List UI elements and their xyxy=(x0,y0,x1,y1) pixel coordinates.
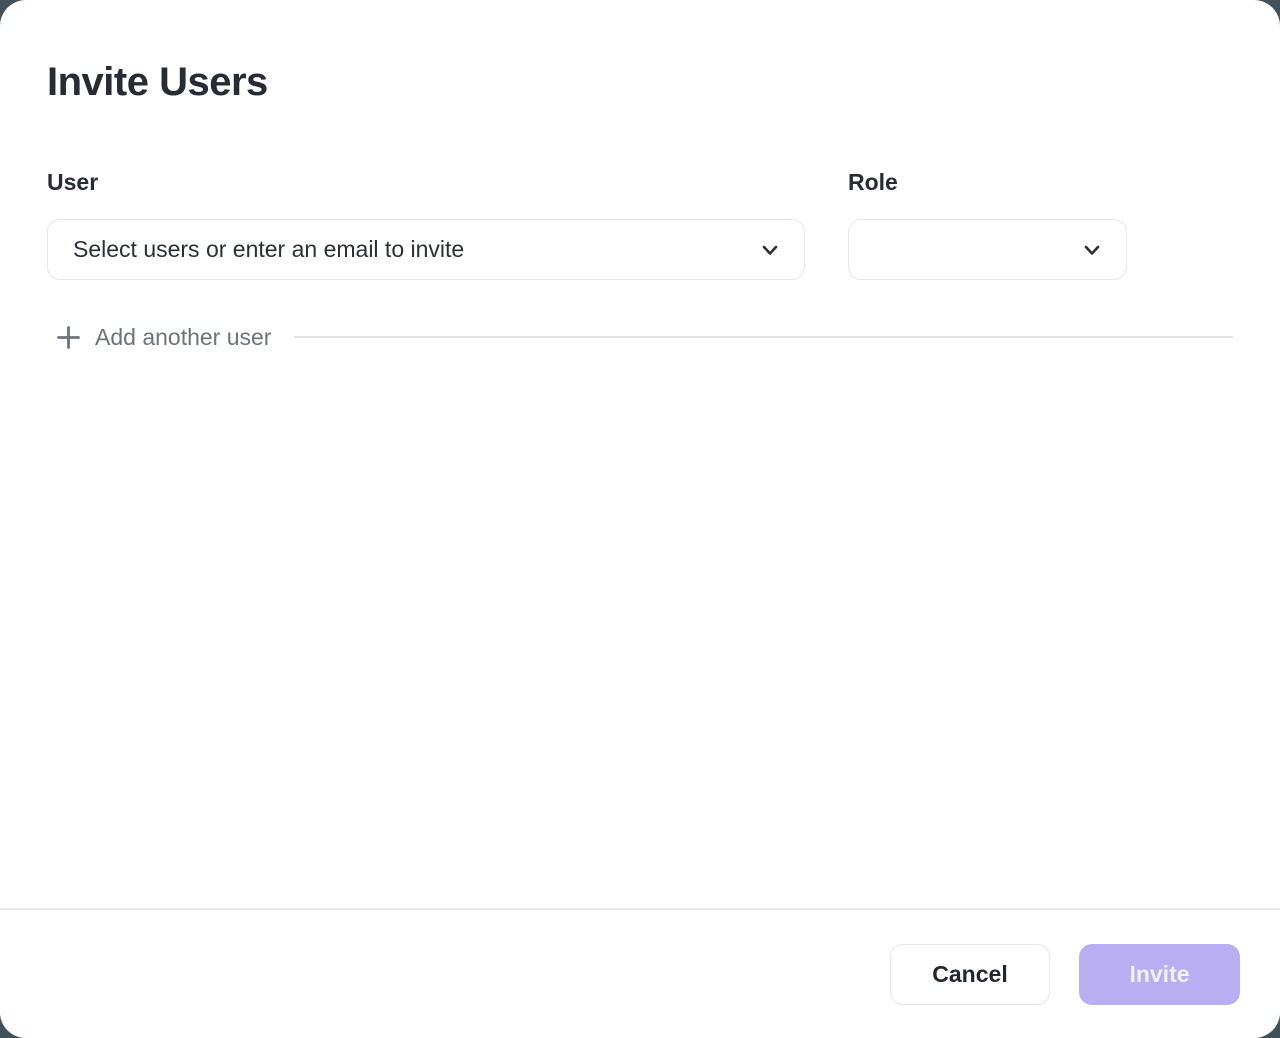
user-field: User Select users or enter an email to i… xyxy=(47,168,805,280)
divider-line xyxy=(294,336,1233,338)
invite-users-modal: Invite Users User Select users or enter … xyxy=(0,0,1280,1038)
modal-footer: Cancel Invite xyxy=(0,908,1280,1038)
role-field: Role xyxy=(848,168,1127,280)
chevron-down-icon xyxy=(759,239,781,261)
add-another-user-label: Add another user xyxy=(95,322,271,352)
user-label: User xyxy=(47,168,805,196)
plus-icon xyxy=(55,324,82,351)
invite-button[interactable]: Invite xyxy=(1079,944,1240,1005)
role-select[interactable] xyxy=(848,219,1127,280)
chevron-down-icon xyxy=(1081,239,1103,261)
invite-form-row: User Select users or enter an email to i… xyxy=(47,168,1233,280)
page-title: Invite Users xyxy=(47,58,1233,106)
add-another-user-row: Add another user xyxy=(47,322,1233,352)
modal-body: Invite Users User Select users or enter … xyxy=(0,0,1280,908)
role-label: Role xyxy=(848,168,1127,196)
user-select[interactable]: Select users or enter an email to invite xyxy=(47,219,805,280)
user-select-value: Select users or enter an email to invite xyxy=(73,236,464,263)
add-another-user-button[interactable]: Add another user xyxy=(47,322,271,352)
cancel-button[interactable]: Cancel xyxy=(890,944,1050,1005)
